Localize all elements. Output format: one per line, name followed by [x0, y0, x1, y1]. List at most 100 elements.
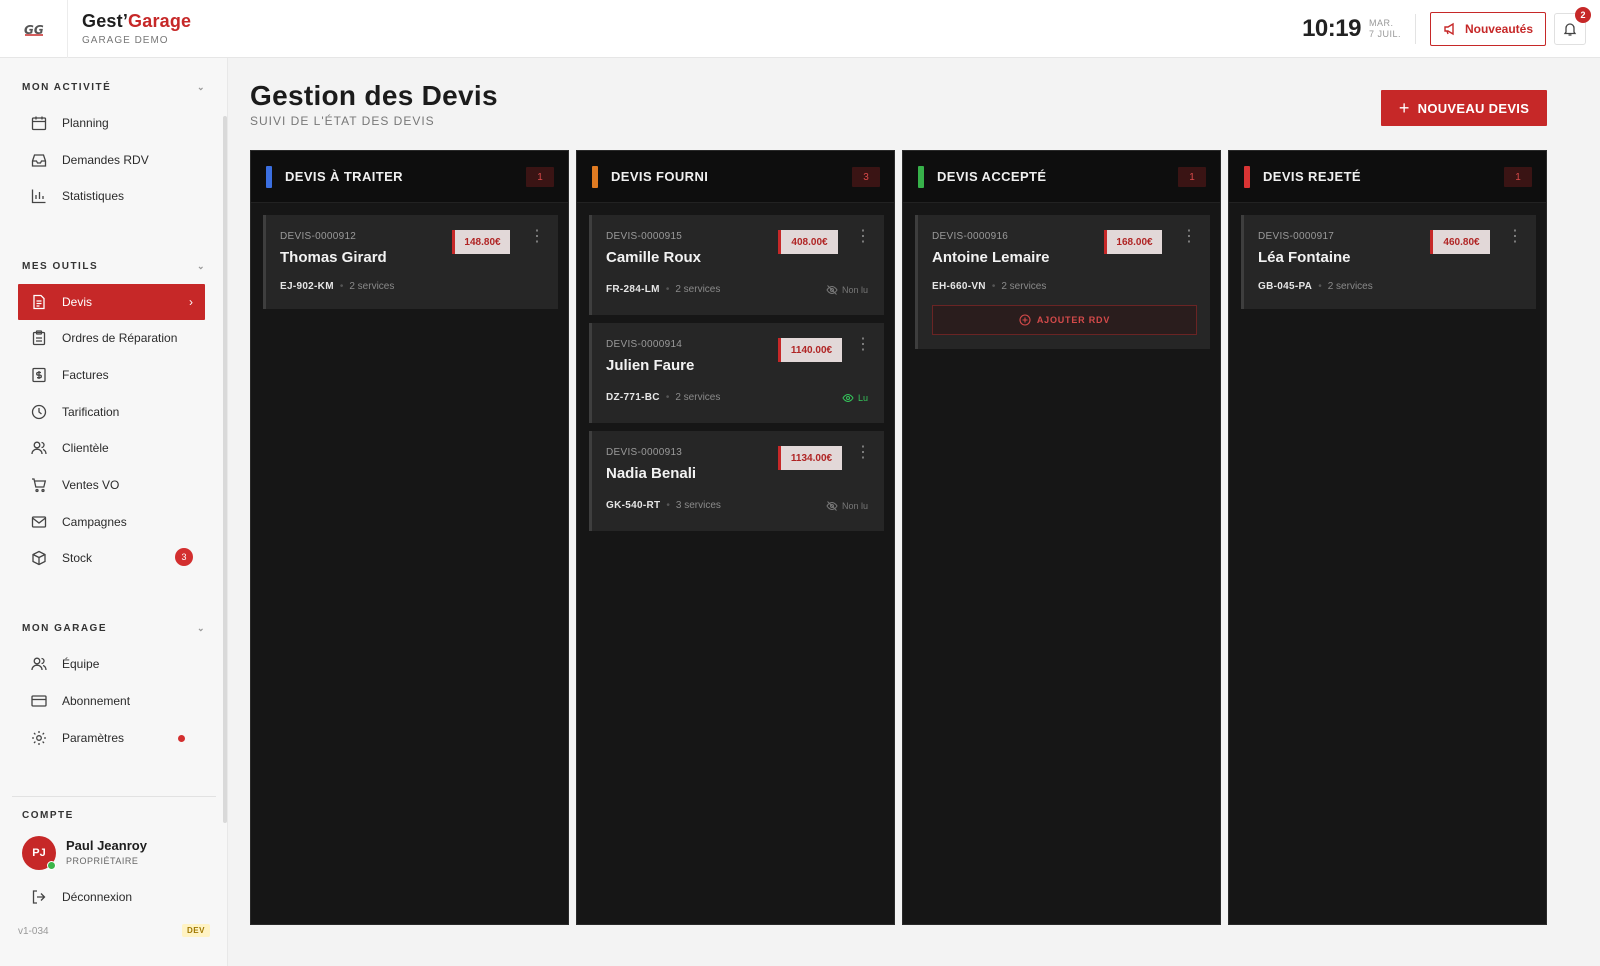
chevron-down-icon: ⌄	[196, 82, 206, 92]
document-icon	[30, 293, 48, 311]
online-status-dot	[47, 861, 56, 870]
sidebar-item-campagnes[interactable]: Campagnes	[18, 504, 205, 540]
read-status: Non lu	[826, 284, 868, 296]
mail-icon	[30, 513, 48, 531]
cart-icon	[30, 476, 48, 494]
clipboard-icon	[30, 329, 48, 347]
more-options-icon[interactable]: ⋮	[1507, 229, 1523, 245]
license-plate: DZ-771-BC	[606, 392, 660, 403]
add-appointment-button[interactable]: AJOUTER RDV	[932, 305, 1197, 335]
quote-card[interactable]: DEVIS-0000917 Léa Fontaine 460.80€ ⋮ GB-…	[1241, 215, 1536, 309]
client-name: Thomas Girard	[280, 249, 387, 266]
megaphone-icon	[1444, 22, 1454, 36]
app-version: v1-034	[18, 926, 49, 937]
sidebar-item-clientele[interactable]: Clientèle	[18, 430, 205, 466]
chevron-down-icon: ⌄	[196, 623, 206, 633]
service-count: 2 services	[1327, 281, 1373, 292]
clock-icon	[30, 403, 48, 421]
license-plate: EJ-902-KM	[280, 281, 334, 292]
more-options-icon[interactable]: ⋮	[529, 229, 545, 245]
section-compte: COMPTE	[22, 810, 74, 821]
invoice-icon	[30, 366, 48, 384]
section-mon-activite[interactable]: MON ACTIVITÉ ⌄	[22, 82, 206, 93]
brand-name: Gest’Garage	[82, 11, 192, 31]
column-devis-fourni: DEVIS FOURNI 3 DEVIS-0000915 Camille Rou…	[576, 150, 895, 925]
user-name: Paul Jeanroy	[66, 838, 147, 853]
column-count: 3	[852, 167, 880, 187]
client-name: Léa Fontaine	[1258, 249, 1351, 266]
quote-card[interactable]: DEVIS-0000914 Julien Faure 1140.00€ ⋮ DZ…	[589, 323, 884, 423]
more-options-icon[interactable]: ⋮	[855, 337, 871, 353]
quote-ref: DEVIS-0000912	[280, 231, 357, 242]
sidebar: MON ACTIVITÉ ⌄ Planning Demandes RDV Stat…	[0, 58, 228, 966]
read-status: Lu	[842, 392, 868, 404]
logout-button[interactable]: Déconnexion	[18, 879, 205, 915]
sidebar-item-statistiques[interactable]: Statistiques	[18, 178, 205, 214]
service-count: 3 services	[675, 500, 721, 511]
license-plate: GK-540-RT	[606, 500, 661, 511]
sidebar-item-tarification[interactable]: Tarification	[18, 394, 205, 430]
env-badge: DEV	[182, 924, 210, 937]
chevron-right-icon: ›	[189, 295, 193, 309]
sidebar-item-devis[interactable]: Devis ›	[18, 284, 205, 320]
notifications-button[interactable]: 2	[1554, 7, 1591, 45]
client-name: Nadia Benali	[606, 465, 697, 482]
eye-off-icon	[826, 285, 838, 295]
page-title: Gestion des Devis	[250, 80, 498, 111]
service-count: 2 services	[675, 392, 721, 403]
section-mes-outils[interactable]: MES OUTILS ⌄	[22, 261, 206, 272]
column-title: DEVIS FOURNI	[611, 169, 709, 184]
column-devis-rejete: DEVIS REJETÉ 1 DEVIS-0000917 Léa Fontain…	[1228, 150, 1547, 925]
license-plate: GB-045-PA	[1258, 281, 1313, 292]
quote-ref: DEVIS-0000914	[606, 339, 683, 350]
garage-name: GARAGE DEMO	[82, 35, 169, 46]
sidebar-item-abonnement[interactable]: Abonnement	[18, 683, 205, 719]
sidebar-item-factures[interactable]: Factures	[18, 357, 205, 393]
service-count: 2 services	[1001, 281, 1047, 292]
news-button[interactable]: Nouveautés	[1429, 12, 1546, 46]
column-title: DEVIS ACCEPTÉ	[937, 169, 1047, 184]
sidebar-item-ventes-vo[interactable]: Ventes VO	[18, 467, 205, 503]
quote-ref: DEVIS-0000913	[606, 447, 683, 458]
bell-icon	[1563, 23, 1577, 36]
column-count: 1	[1504, 167, 1532, 187]
quote-ref: DEVIS-0000917	[1258, 231, 1335, 242]
box-icon	[30, 549, 48, 567]
quote-price: 148.80€	[452, 230, 510, 254]
sidebar-item-planning[interactable]: Planning	[18, 105, 205, 141]
quote-ref: DEVIS-0000916	[932, 231, 1009, 242]
sidebar-item-demandes-rdv[interactable]: Demandes RDV	[18, 142, 205, 178]
logo-icon: GG	[24, 23, 44, 37]
more-options-icon[interactable]: ⋮	[855, 229, 871, 245]
quote-card[interactable]: DEVIS-0000912 Thomas Girard 148.80€ ⋮ EJ…	[263, 215, 558, 309]
quote-ref: DEVIS-0000915	[606, 231, 683, 242]
plus-circle-icon	[1019, 314, 1031, 326]
quote-card[interactable]: DEVIS-0000916 Antoine Lemaire 168.00€ ⋮ …	[915, 215, 1210, 349]
eye-icon	[842, 393, 854, 403]
logout-icon	[30, 888, 48, 906]
license-plate: FR-284-LM	[606, 284, 660, 295]
notification-count: 2	[1575, 7, 1591, 23]
sidebar-item-equipe[interactable]: Équipe	[18, 646, 205, 682]
column-title: DEVIS À TRAITER	[285, 169, 403, 184]
license-plate: EH-660-VN	[932, 281, 986, 292]
more-options-icon[interactable]: ⋮	[855, 445, 871, 461]
quote-price: 408.00€	[778, 230, 838, 254]
quote-price: 1134.00€	[778, 446, 842, 470]
column-devis-a-traiter: DEVIS À TRAITER 1 DEVIS-0000912 Thomas G…	[250, 150, 569, 925]
more-options-icon[interactable]: ⋮	[1181, 229, 1197, 245]
page-subtitle: SUIVI DE L'ÉTAT DES DEVIS	[250, 114, 435, 128]
quote-card[interactable]: DEVIS-0000913 Nadia Benali 1134.00€ ⋮ GK…	[589, 431, 884, 531]
calendar-icon	[30, 114, 48, 132]
quote-card[interactable]: DEVIS-0000915 Camille Roux 408.00€ ⋮ FR-…	[589, 215, 884, 315]
read-status: Non lu	[826, 500, 868, 512]
section-mon-garage[interactable]: MON GARAGE ⌄	[22, 623, 206, 634]
sidebar-scrollbar[interactable]	[223, 116, 227, 823]
sidebar-item-stock[interactable]: Stock 3	[18, 540, 205, 576]
sidebar-item-parametres[interactable]: Paramètres	[18, 720, 205, 756]
sidebar-item-ordres-reparation[interactable]: Ordres de Réparation	[18, 320, 205, 356]
new-quote-button[interactable]: + NOUVEAU DEVIS	[1381, 90, 1547, 126]
logo[interactable]: GG	[0, 0, 68, 58]
user-role: PROPRIÉTAIRE	[66, 856, 139, 866]
column-count: 1	[1178, 167, 1206, 187]
